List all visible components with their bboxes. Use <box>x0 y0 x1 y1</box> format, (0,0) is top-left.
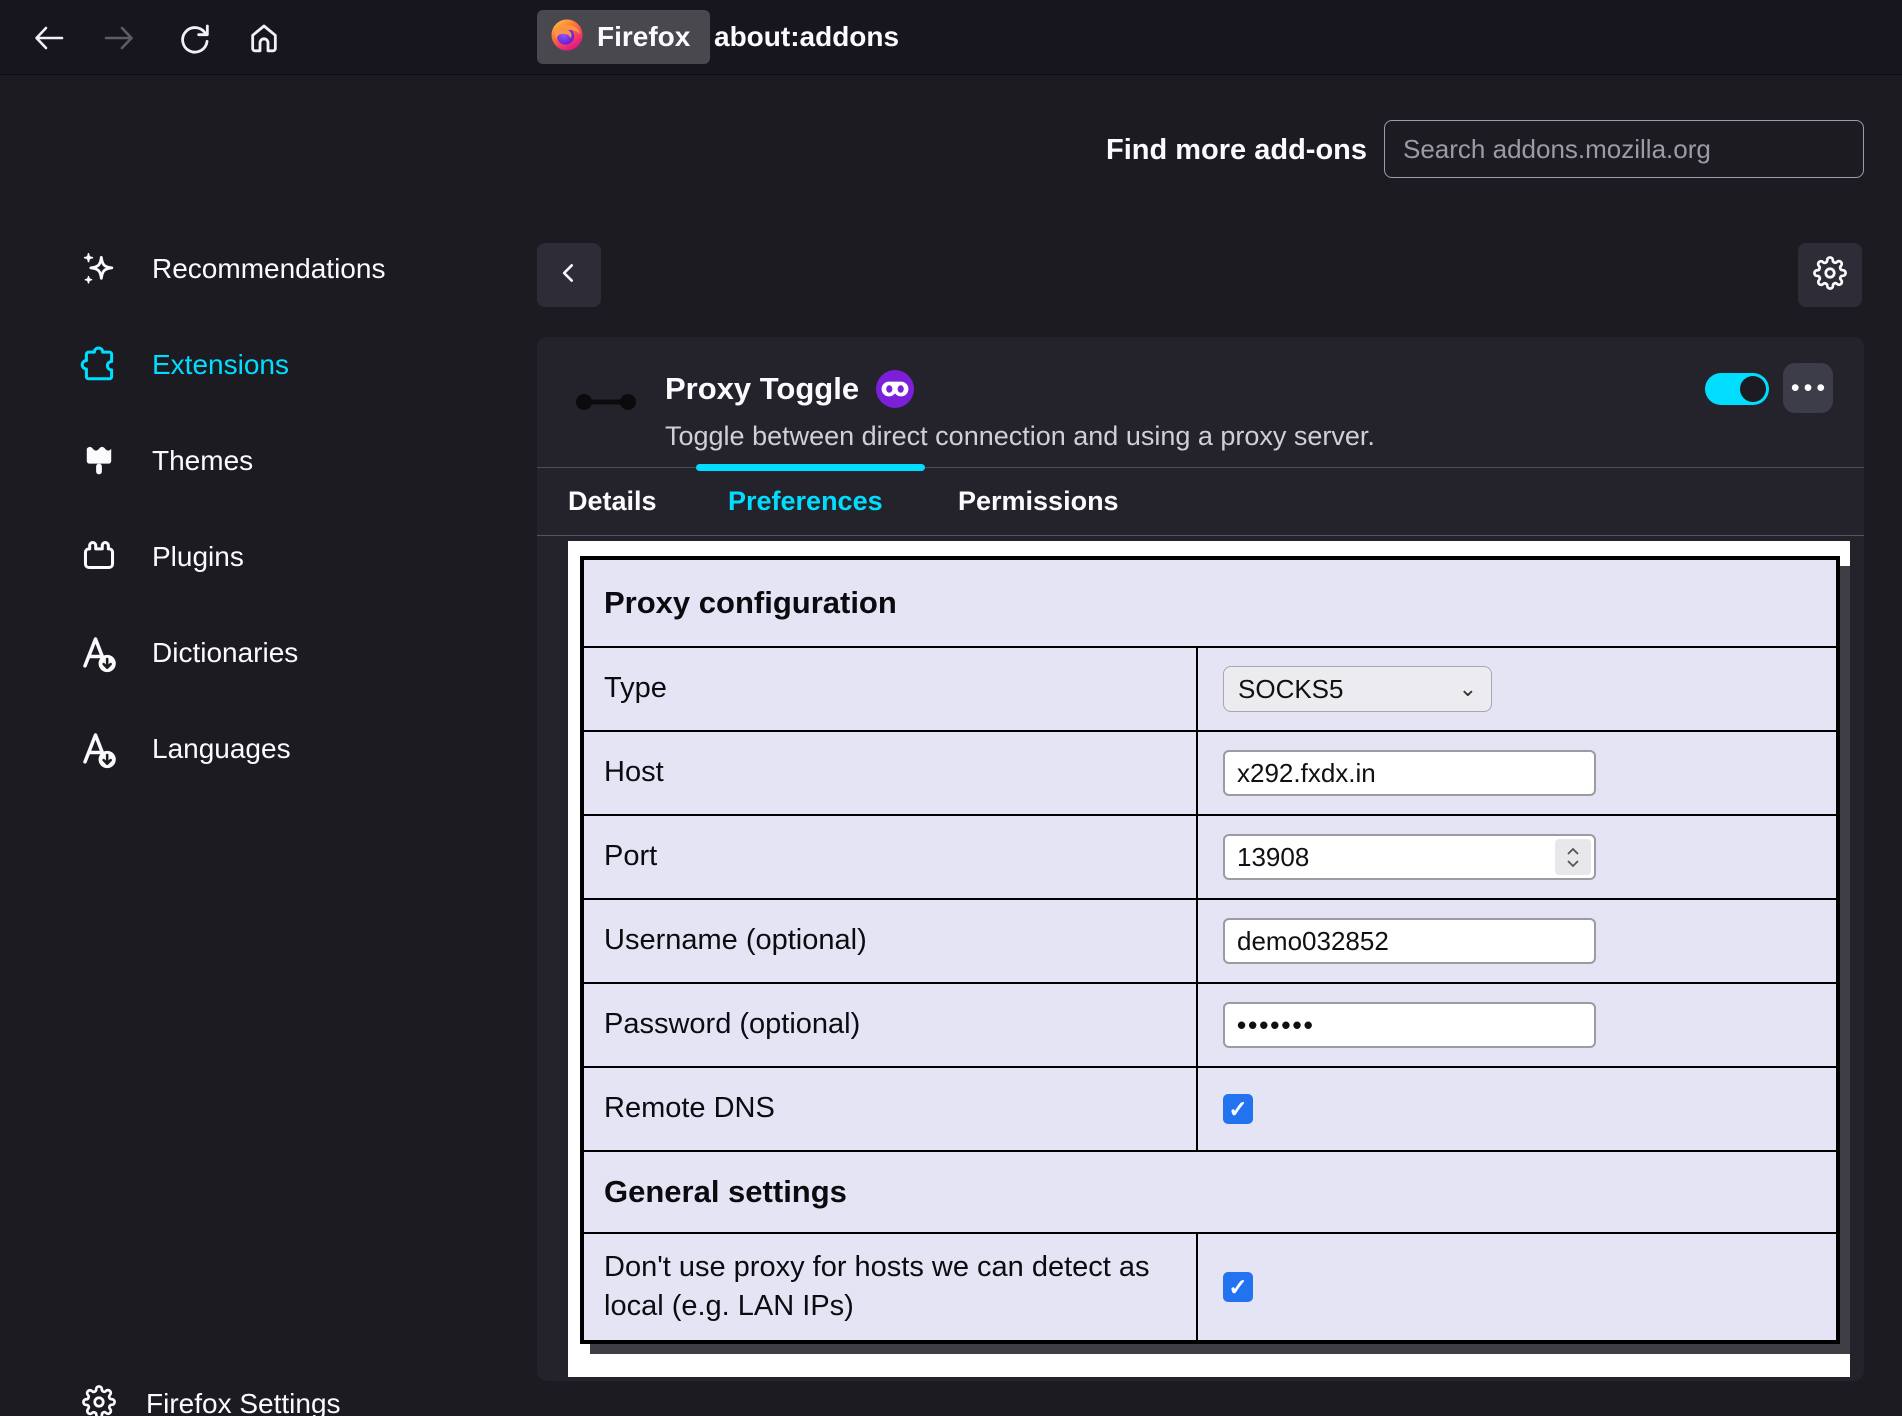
no-proxy-local-checkbox[interactable]: ✓ <box>1223 1272 1253 1302</box>
tab-preferences[interactable]: Preferences <box>728 468 883 535</box>
gear-icon <box>1813 256 1847 295</box>
recommended-badge-icon <box>875 369 915 409</box>
proxy-toggle-addon-icon <box>575 389 637 420</box>
type-select[interactable]: SOCKS5 ⌄ <box>1223 666 1492 712</box>
sidebar-item-plugins[interactable]: Plugins <box>78 509 478 605</box>
tab-permissions[interactable]: Permissions <box>958 468 1119 535</box>
url-site-chip[interactable]: Firefox <box>537 10 710 64</box>
url-chip-label: Firefox <box>597 21 690 53</box>
type-label: Type <box>584 648 1198 730</box>
table-row-password: Password (optional) <box>584 982 1836 1066</box>
sparkles-icon <box>78 248 120 290</box>
host-field[interactable] <box>1223 750 1596 796</box>
forward-arrow-icon <box>102 21 136 55</box>
password-field[interactable] <box>1223 1002 1596 1048</box>
sidebar-item-label: Themes <box>152 445 253 477</box>
reload-button[interactable] <box>171 15 217 61</box>
addons-search <box>1384 120 1864 178</box>
addon-enabled-toggle[interactable] <box>1705 373 1769 405</box>
addon-detail-card: Proxy Toggle Toggle between direct conne… <box>537 337 1864 1381</box>
sidebar-item-dictionaries[interactable]: Dictionaries <box>78 605 478 701</box>
find-more-addons-label: Find more add-ons <box>1106 134 1367 167</box>
check-icon: ✓ <box>1228 1096 1247 1123</box>
sidebar-item-label: Plugins <box>152 541 244 573</box>
addon-back-button[interactable] <box>537 243 601 307</box>
back-nav-button[interactable] <box>26 15 72 61</box>
reload-icon <box>178 22 210 54</box>
password-label: Password (optional) <box>584 984 1198 1066</box>
port-label: Port <box>584 816 1198 898</box>
spinner-down-icon <box>1566 859 1580 868</box>
sidebar-item-label: Dictionaries <box>152 637 298 669</box>
table-row-host: Host <box>584 730 1836 814</box>
addon-name: Proxy Toggle <box>665 371 859 407</box>
remote-dns-label: Remote DNS <box>584 1068 1198 1150</box>
general-settings-heading: General settings <box>584 1150 1836 1232</box>
sidebar-item-languages[interactable]: Languages <box>78 701 478 797</box>
chevron-down-icon: ⌄ <box>1459 676 1477 702</box>
puzzle-icon <box>78 344 120 386</box>
browser-toolbar: Firefox about:addons <box>0 0 1902 75</box>
spinner-up-icon <box>1566 847 1580 856</box>
number-spinner[interactable] <box>1555 839 1591 875</box>
firefox-settings-label: Firefox Settings <box>146 1388 341 1416</box>
table-row-username: Username (optional) <box>584 898 1836 982</box>
sidebar-item-label: Languages <box>152 733 291 765</box>
sidebar-item-themes[interactable]: Themes <box>78 413 478 509</box>
addon-tabbar: Details Preferences Permissions <box>537 467 1864 536</box>
sidebar-item-extensions[interactable]: Extensions <box>78 317 478 413</box>
table-row-remote-dns: Remote DNS ✓ <box>584 1066 1836 1150</box>
proxy-configuration-heading: Proxy configuration <box>584 560 1836 646</box>
no-proxy-local-label: Don't use proxy for hosts we can detect … <box>584 1234 1198 1340</box>
proxy-preferences-table: Proxy configuration Type SOCKS5 ⌄ Host P… <box>580 556 1840 1344</box>
port-field[interactable] <box>1223 834 1596 880</box>
paintbrush-icon <box>78 440 120 482</box>
sidebar-item-recommendations[interactable]: Recommendations <box>78 221 478 317</box>
addon-options-frame: Proxy configuration Type SOCKS5 ⌄ Host P… <box>568 541 1850 1377</box>
gear-icon <box>82 1385 116 1416</box>
ellipsis-icon: ••• <box>1787 374 1829 403</box>
username-label: Username (optional) <box>584 900 1198 982</box>
firefox-logo-icon <box>549 17 585 58</box>
plug-icon <box>78 536 120 578</box>
check-icon: ✓ <box>1228 1274 1247 1301</box>
host-label: Host <box>584 732 1198 814</box>
remote-dns-checkbox[interactable]: ✓ <box>1223 1094 1253 1124</box>
addon-description: Toggle between direct connection and usi… <box>665 421 1375 452</box>
tab-details[interactable]: Details <box>568 468 657 535</box>
username-field[interactable] <box>1223 918 1596 964</box>
url-bar-text[interactable]: about:addons <box>714 0 899 75</box>
sidebar-item-label: Extensions <box>152 349 289 381</box>
letter-a-download-icon <box>78 728 120 770</box>
addons-search-input[interactable] <box>1384 120 1864 178</box>
addon-more-options-button[interactable]: ••• <box>1783 363 1833 413</box>
addons-tools-button[interactable] <box>1798 243 1862 307</box>
toggle-knob <box>1740 376 1766 402</box>
home-button[interactable] <box>241 15 287 61</box>
home-icon <box>248 22 280 54</box>
table-row-type: Type SOCKS5 ⌄ <box>584 646 1836 730</box>
back-arrow-icon <box>32 21 66 55</box>
table-row-no-proxy-local: Don't use proxy for hosts we can detect … <box>584 1232 1836 1340</box>
sidebar-item-label: Recommendations <box>152 253 385 285</box>
sidebar-item-firefox-settings[interactable]: Firefox Settings <box>82 1374 341 1416</box>
letter-a-download-icon <box>78 632 120 674</box>
forward-nav-button[interactable] <box>96 15 142 61</box>
chevron-left-icon <box>556 260 582 291</box>
table-row-port: Port <box>584 814 1836 898</box>
